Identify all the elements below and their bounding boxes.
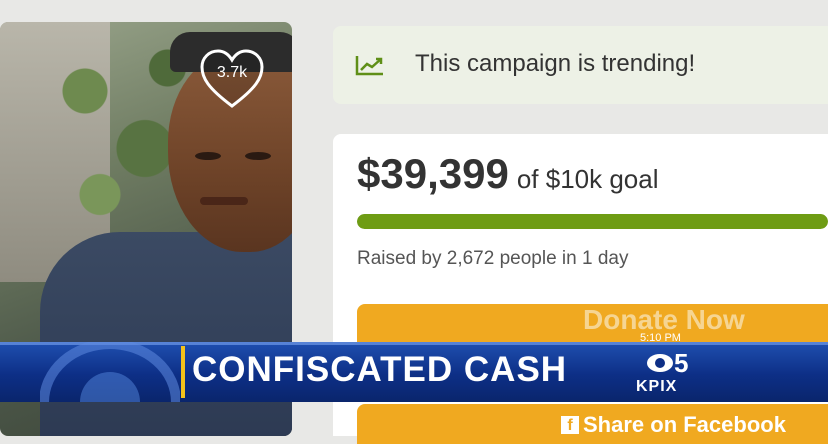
amount-raised-line: $39,399 of $10k goal [357,150,659,198]
news-screen: 3.7k This campaign is trending! $39,399 o… [0,0,828,444]
trending-banner: This campaign is trending! [333,26,828,104]
share-on-facebook-label: f Share on Facebook [561,412,786,438]
trend-chart-icon [355,56,383,76]
photo-eye [195,152,221,160]
news-lower-third: CONFISCATED CASH 5:10 PM 5 KPIX [0,332,828,402]
station-number: 5 [674,348,689,378]
share-on-facebook-button[interactable]: f Share on Facebook [357,404,828,444]
news-headline: CONFISCATED CASH [192,350,568,389]
photo-mouth [200,197,248,205]
cbs-eye-logo-icon [40,342,180,402]
trending-text: This campaign is trending! [415,50,696,77]
headline-divider [181,346,185,398]
raised-by-text: Raised by 2,672 people in 1 day [357,248,629,269]
amount-raised: $39,399 [357,150,509,197]
photo-shirt [40,232,292,436]
station-call-letters: KPIX [636,378,678,395]
facebook-icon: f [561,416,579,434]
share-label-text: Share on Facebook [583,412,786,437]
like-count: 3.7k [216,64,248,81]
broadcast-time: 5:10 PM [640,332,681,344]
cbs-eye-small-icon [647,354,673,372]
progress-fill [357,214,828,229]
photo-eye [245,152,271,160]
station-logo: 5 [646,348,688,379]
goal-text: of $10k goal [516,164,659,194]
progress-bar [357,214,828,229]
